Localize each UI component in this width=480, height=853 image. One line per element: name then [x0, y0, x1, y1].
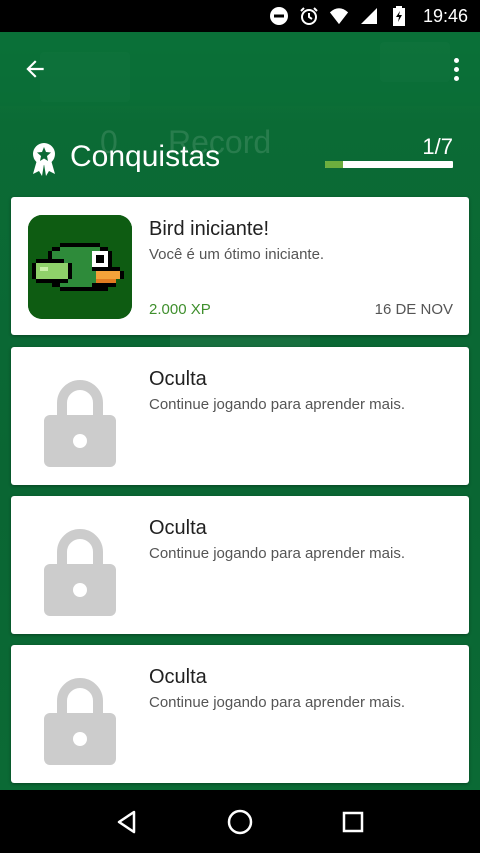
back-triangle-icon[interactable]: [107, 802, 147, 842]
lock-icon: [28, 365, 132, 469]
arrow-back-icon[interactable]: [22, 56, 48, 82]
achievements-header: Conquistas 1/7: [0, 132, 480, 188]
achievement-card[interactable]: Oculta Continue jogando para aprender ma…: [11, 347, 469, 485]
progress-count: 1/7: [422, 134, 453, 159]
battery-icon: [389, 6, 409, 26]
achievement-xp: 2.000 XP: [149, 301, 211, 318]
system-nav-bar: [0, 790, 480, 853]
achievement-description: Você é um ótimo iniciante.: [149, 246, 325, 263]
status-bar: 19:46: [0, 0, 480, 32]
achievement-card[interactable]: Oculta Continue jogando para aprender ma…: [11, 496, 469, 634]
achievement-title: Oculta: [149, 368, 207, 390]
page-title: Conquistas: [70, 140, 221, 173]
lock-icon: [28, 663, 132, 767]
achievement-description: Continue jogando para aprender mais.: [149, 694, 406, 711]
achievement-title: Oculta: [149, 666, 207, 688]
do-not-disturb-icon: [269, 6, 289, 26]
achievement-card[interactable]: Oculta Continue jogando para aprender ma…: [11, 645, 469, 783]
lock-icon: [28, 514, 132, 618]
achievement-date: 16 DE NOV: [374, 301, 453, 318]
alarm-icon: [299, 6, 319, 26]
recents-square-icon[interactable]: [333, 802, 373, 842]
status-time: 19:46: [422, 5, 468, 26]
achievement-title: Oculta: [149, 517, 207, 539]
cell-signal-icon: [359, 6, 379, 26]
progress-bar-fill: [325, 161, 343, 168]
achievement-description: Continue jogando para aprender mais.: [149, 396, 406, 413]
progress-bar: [325, 161, 453, 168]
pixel-bird-icon: [28, 215, 132, 319]
toolbar: [0, 32, 480, 106]
achievement-description: Continue jogando para aprender mais.: [149, 545, 406, 562]
wifi-icon: [329, 6, 349, 26]
home-circle-icon[interactable]: [220, 802, 260, 842]
more-vert-icon[interactable]: [448, 57, 464, 81]
achievement-card[interactable]: Bird iniciante! Você é um ótimo iniciant…: [11, 197, 469, 335]
award-ribbon-icon: [30, 142, 58, 181]
achievement-title: Bird iniciante!: [149, 218, 270, 240]
